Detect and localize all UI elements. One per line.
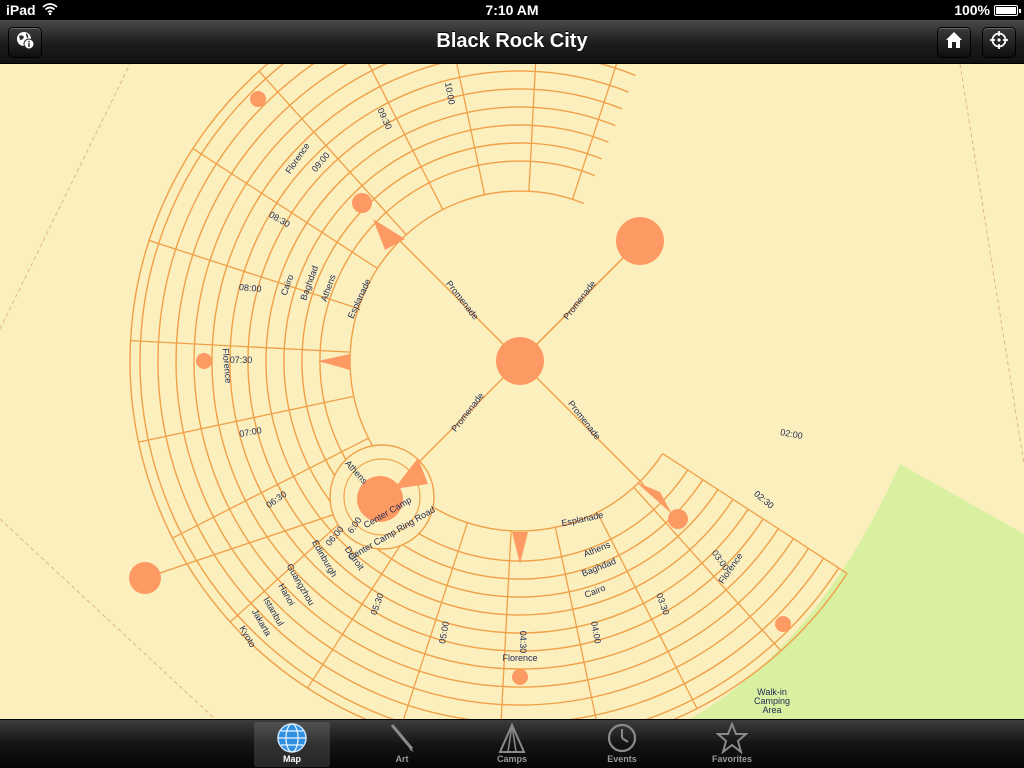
battery-percent: 100% [954, 2, 990, 18]
tab-events[interactable]: Events [584, 722, 660, 767]
map-label-promenade-sw: Promenade [449, 391, 486, 434]
map-label-promenade-se: Promenade [566, 399, 603, 442]
locate-button[interactable] [982, 27, 1016, 58]
home-button[interactable] [937, 27, 971, 58]
tent-icon [496, 722, 528, 754]
radial-street [500, 530, 512, 719]
map-label-florence-w: Florence [220, 348, 233, 384]
map-label-walkin-3: Area [762, 705, 781, 715]
map-label-t0800: 08:00 [239, 282, 262, 294]
temple-plaza [616, 217, 664, 265]
map-canvas[interactable]: Promenade Promenade Promenade Promenade Espl… [0, 64, 1024, 719]
wedge-9 [373, 219, 405, 250]
tab-favorites-label: Favorites [711, 754, 753, 764]
map-label-t0500: 05:00 [437, 621, 451, 645]
map-label-t0400: 04:00 [589, 621, 603, 645]
plaza-730 [196, 353, 212, 369]
map-label-esplanade-w: Esplanade [346, 277, 373, 320]
plaza-430 [512, 669, 528, 685]
plaza-9 [352, 193, 372, 213]
globe-icon [276, 722, 308, 754]
map-background-layer [0, 64, 1024, 719]
locate-icon [989, 30, 1009, 55]
map-label-t0830: 08:30 [267, 209, 292, 229]
plaza-3 [668, 509, 688, 529]
star-icon [716, 722, 748, 754]
map-label-t0630: 06:30 [264, 489, 288, 510]
map-label-athens-s: Athens [582, 539, 612, 559]
status-bar: iPad 7:10 AM 100% [0, 0, 1024, 20]
map-label-cairo-s: Cairo [583, 583, 607, 600]
brush-icon [386, 722, 418, 754]
radial-street [130, 339, 351, 353]
tab-map[interactable]: Map [254, 722, 330, 767]
walk-in-camping-area [690, 464, 1024, 719]
city-map[interactable]: Promenade Promenade Promenade Promenade Espl… [0, 64, 1024, 719]
map-label-t0530: 05:30 [369, 592, 386, 617]
boundary-line-sw [0, 518, 216, 719]
radial-street [402, 522, 469, 719]
tab-favorites[interactable]: Favorites [694, 722, 770, 767]
app-screen: iPad 7:10 AM 100% Black Rock City Promen… [0, 0, 1024, 768]
map-label-t0900: 09:00 [310, 150, 332, 174]
map-label-t0200: 02:00 [780, 427, 804, 441]
wedge-730 [318, 354, 350, 370]
clock-icon [606, 722, 638, 754]
map-label-kyoto: Kyoto [238, 624, 258, 649]
map-label-t1000: 10:00 [443, 82, 457, 106]
map-label-promenade-ne: Promenade [561, 279, 598, 322]
radial-street [662, 453, 848, 574]
page-title: Black Rock City [436, 30, 588, 52]
map-label-t0430: 04:30 [518, 631, 528, 654]
radial-street [528, 64, 537, 192]
status-time: 7:10 AM [485, 2, 539, 18]
plaza-layer [129, 91, 791, 685]
the-man-plaza [496, 337, 544, 385]
tab-map-label: Map [283, 754, 301, 764]
map-label-edinburgh: Edinburgh [310, 538, 339, 579]
map-label-t0300: 03:00 [710, 548, 731, 572]
wedge-430 [512, 532, 528, 564]
map-label-athens-w: Athens [319, 273, 338, 303]
label-layer: Promenade Promenade Promenade Promenade Espl… [220, 82, 803, 715]
tab-art[interactable]: Art [364, 722, 440, 767]
map-label-t0330: 03:30 [654, 592, 671, 617]
map-label-hanoi: Hanoi [276, 582, 296, 607]
map-label-t0930: 09:30 [375, 106, 394, 131]
navigation-bar: Black Rock City [0, 20, 1024, 64]
plaza-9-outer [250, 91, 266, 107]
tab-events-label: Events [607, 754, 637, 764]
map-label-esplanade-s: Esplanade [561, 510, 605, 529]
battery-icon [994, 4, 1021, 16]
map-label-t0230: 02:30 [752, 489, 776, 511]
map-label-florence-s: Florence [502, 653, 537, 663]
street-layer [129, 64, 848, 719]
tab-bar: Map Art Camps Events Favorites [0, 719, 1024, 768]
map-label-t0730: 07:30 [230, 355, 253, 365]
map-label-promenade-nw: Promenade [444, 279, 481, 322]
tab-camps-label: Camps [496, 754, 527, 764]
plaza-3-outer [775, 616, 791, 632]
tab-camps[interactable]: Camps [474, 722, 550, 767]
airport-plaza [129, 562, 161, 594]
tab-art-label: Art [395, 754, 409, 764]
map-label-cairo-w: Cairo [279, 273, 296, 297]
boundary-line-nw [0, 64, 131, 330]
map-label-baghdad-s: Baghdad [580, 556, 617, 579]
boundary-line-e [959, 64, 1024, 465]
home-icon [944, 30, 964, 55]
